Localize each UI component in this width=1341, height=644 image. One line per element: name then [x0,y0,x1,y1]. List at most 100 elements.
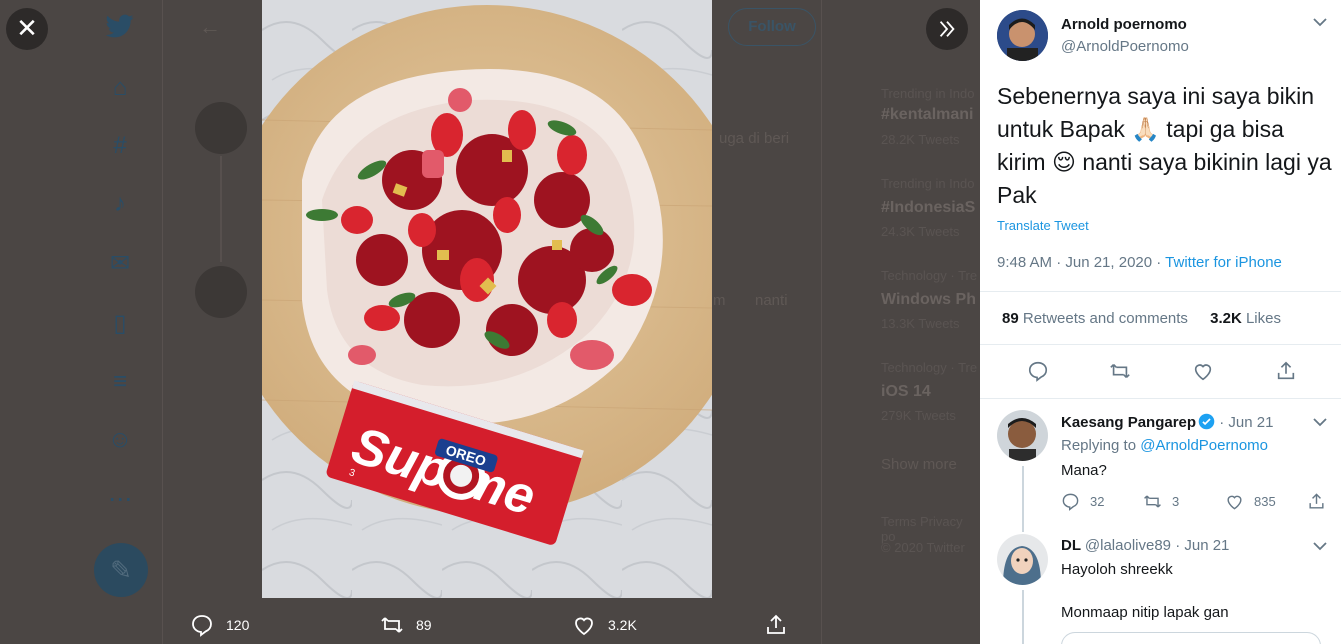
tweet-snippet: nanti [755,292,788,309]
share-icon [767,614,785,634]
reply-count: 32 [1090,494,1105,509]
replying-to-handle[interactable]: @ArnoldPoernomo [1140,437,1268,454]
reply-icon[interactable] [1027,360,1049,382]
author-name[interactable]: Arnold poernomo [1061,16,1187,33]
reply-reply-action[interactable]: 32 [1061,492,1104,511]
reply-icon [1062,493,1079,511]
author-handle[interactable]: @ArnoldPoernomo [1061,38,1189,55]
media-like-action[interactable]: 3.2K [572,610,637,640]
share-icon [1309,493,1324,509]
reply-author-name: DL [1061,537,1081,554]
tweet-text: Sebenernya saya ini saya bikin untuk Bap… [997,80,1335,212]
compose-tweet-button[interactable]: ✎ [94,543,148,597]
media-viewer: ⌂ # ♪ ✉ ▯ ≡ ☺ ⋯ ✎ ← uga di beri m nanti … [0,0,1341,644]
tweet-time[interactable]: 9:48 AM · Jun 21, 2020 · [997,254,1165,271]
footer-copyright: © 2020 Twitter [881,540,965,555]
retweets-stat[interactable]: 89 Retweets and comments [1002,310,1188,327]
double-chevron-icon [939,21,955,37]
media-share-action[interactable] [764,610,800,640]
reply-like-action[interactable]: 835 [1225,492,1276,511]
reply-retweet-action[interactable]: 3 [1143,492,1179,511]
reply-date: · Jun 21 [1215,414,1274,431]
thread-line [1022,526,1024,532]
more-icon[interactable]: ⋯ [106,486,134,514]
media-reply-action[interactable]: 120 [190,610,249,640]
heart-icon[interactable] [1192,360,1214,382]
trend-name[interactable]: Windows Ph [881,291,976,309]
divider [980,344,1341,345]
twitter-bird-icon [105,12,134,40]
photo-illustration: Sup me OREO 3 [262,0,712,598]
bookmarks-icon[interactable]: ▯ [106,310,134,338]
back-arrow-icon[interactable]: ← [199,14,221,40]
reply-author[interactable]: DL @lalaolive89 · Jun 21 [1061,537,1229,554]
chevron-down-icon[interactable] [1313,14,1327,30]
reply-date: · Jun 21 [1171,537,1230,554]
trend-name[interactable]: iOS 14 [881,383,931,401]
chevron-down-icon[interactable] [1313,414,1327,430]
reply-author[interactable]: Kaesang Pangarep · Jun 21 [1061,413,1273,431]
tweet-source[interactable]: Twitter for iPhone [1165,254,1282,271]
explore-icon[interactable]: # [106,132,134,160]
thread-line [220,156,222,262]
avatar[interactable] [997,534,1048,585]
chevron-down-icon[interactable] [1313,538,1327,554]
expand-panel-button[interactable] [926,8,968,50]
follow-button[interactable]: Follow [728,8,816,46]
heart-icon [575,617,593,636]
trend-context: Trending in Indo [881,86,975,101]
trend-count: 13.3K Tweets [881,316,960,331]
reply-count: 120 [226,617,250,633]
divider [980,291,1341,292]
reply-tweet[interactable]: DL @lalaolive89 · Jun 21 Hayoloh shreekk… [980,526,1341,644]
retweets-label: Retweets and comments [1022,310,1188,327]
trend-name[interactable]: #IndonesiaS [881,199,975,217]
reply-text: Monmaap nitip lapak gan [1061,604,1229,621]
replying-to-label: Replying to [1061,437,1141,454]
show-more-link[interactable]: Show more [881,456,957,473]
tweet-actions [980,360,1341,384]
tweet-text-part: nanti saya bikinin lagi ya Pak [997,149,1332,208]
trend-name[interactable]: #kentalmani [881,106,973,124]
retweet-count: 3 [1172,494,1180,509]
retweets-count: 89 [1002,310,1019,327]
quoted-card[interactable] [1061,632,1321,644]
replying-to: Replying to @ArnoldPoernomo [1061,437,1268,454]
tweet-stats: 89 Retweets and comments 3.2K Likes [1002,310,1281,327]
avatar [195,102,247,154]
reply-text: Mana? [1061,462,1107,479]
heart-icon [1227,495,1242,510]
tweet-snippet: uga di beri [719,130,790,147]
tweet-photo: Sup me OREO 3 [262,0,712,598]
tweet-detail-panel: Arnold poernomo @ArnoldPoernomo Sebenern… [980,0,1341,644]
home-icon[interactable]: ⌂ [106,74,134,102]
close-media-button[interactable]: ✕ [6,8,48,50]
trend-context: Trending in Indo [881,176,975,191]
media-retweet-action[interactable]: 89 [380,610,432,640]
retweet-icon[interactable] [1109,360,1131,382]
share-icon[interactable] [1275,360,1297,382]
avatar[interactable] [997,410,1048,461]
reply-share-action[interactable] [1307,492,1336,511]
reply-avatar-image [997,534,1048,585]
messages-icon[interactable]: ✉ [106,250,134,278]
profile-icon[interactable]: ☺ [106,426,134,454]
trend-context: Technology · Tre [881,360,978,375]
trend-count: 279K Tweets [881,408,956,423]
reply-text: Hayoloh shreekk [1061,561,1173,578]
avatar [195,266,247,318]
likes-label: Likes [1245,310,1281,327]
trend-count: 24.3K Tweets [881,224,960,239]
reply-tweet[interactable]: Kaesang Pangarep · Jun 21 Replying to @A… [980,398,1341,526]
like-count: 835 [1254,494,1276,509]
reply-author-handle: @lalaolive89 [1084,537,1172,554]
lists-icon[interactable]: ≡ [106,368,134,396]
retweet-count: 89 [416,617,432,633]
reply-avatar-image [997,410,1048,461]
translate-tweet-link[interactable]: Translate Tweet [997,218,1089,233]
notifications-icon[interactable]: ♪ [106,190,134,218]
thread-line [1022,466,1024,526]
likes-stat[interactable]: 3.2K Likes [1210,310,1281,327]
tweet-snippet: m [713,292,726,309]
avatar[interactable] [997,10,1048,61]
